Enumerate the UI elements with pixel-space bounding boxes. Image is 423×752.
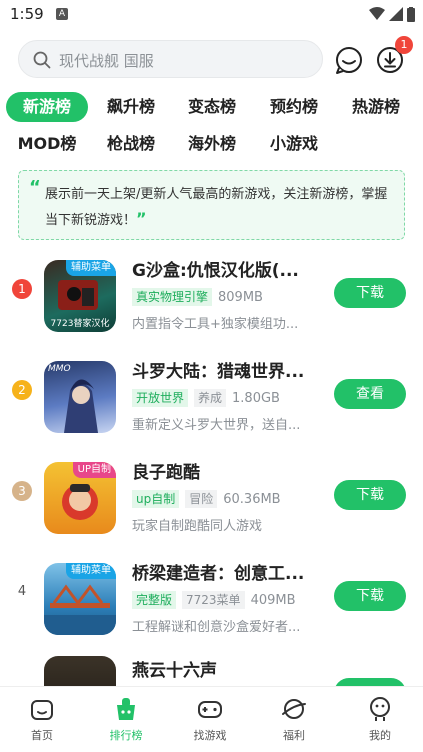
app-icon: MMO bbox=[44, 361, 116, 433]
rank-number: 4 bbox=[17, 584, 27, 599]
gamepad-icon bbox=[198, 701, 222, 718]
list-item[interactable]: 1 辅助菜单 7723替家汉化 G沙盒:仇恨汉化版(... 真实物理引擎 809… bbox=[0, 252, 423, 352]
tab-new-games[interactable]: 新游榜 bbox=[6, 92, 88, 122]
tab-modified[interactable]: 变态榜 bbox=[181, 92, 243, 122]
nav-label: 首页 bbox=[31, 729, 53, 742]
rank-badge: 2 bbox=[12, 380, 32, 400]
tab-mini-games[interactable]: 小游戏 bbox=[263, 129, 325, 159]
home-icon bbox=[31, 700, 53, 720]
quote-open-icon: “ bbox=[29, 177, 41, 198]
tag: 真实物理引擎 bbox=[132, 288, 213, 306]
quote-close-icon: ” bbox=[136, 209, 147, 228]
download-button[interactable]: 下载 bbox=[334, 581, 406, 611]
app-title: 良子跑酷 bbox=[132, 463, 200, 483]
app-size: 60.36MB bbox=[223, 491, 281, 507]
icon-caption: 7723替家汉化 bbox=[50, 319, 110, 329]
nav-label: 排行榜 bbox=[109, 729, 143, 742]
status-time: 1:59 bbox=[10, 5, 44, 23]
tab-shooter[interactable]: 枪战榜 bbox=[100, 129, 162, 159]
nav-ranking[interactable]: 排行榜 bbox=[96, 695, 156, 743]
app-title: 桥梁建造者：创意工... bbox=[132, 564, 305, 584]
tab-hot[interactable]: 热游榜 bbox=[345, 92, 407, 122]
ranking-description-banner: “ 展示前一天上架/更新人气最高的新游戏，关注新游榜，掌握当下新锐游戏！” bbox=[18, 170, 405, 240]
search-input[interactable]: 现代战舰 国服 bbox=[18, 40, 323, 78]
app-size: 409MB bbox=[250, 592, 296, 608]
nav-label: 我的 bbox=[369, 729, 391, 742]
rank-badge: 1 bbox=[12, 279, 32, 299]
tab-reservation[interactable]: 预约榜 bbox=[263, 92, 325, 122]
app-title: G沙盒:仇恨汉化版(... bbox=[132, 261, 299, 281]
planet-icon bbox=[282, 699, 306, 719]
nav-profile[interactable]: 我的 bbox=[350, 695, 410, 743]
download-button[interactable] bbox=[334, 678, 406, 686]
status-icons bbox=[369, 6, 415, 22]
nav-home[interactable]: 首页 bbox=[12, 695, 72, 743]
banner-text: 展示前一天上架/更新人气最高的新游戏，关注新游榜，掌握当下新锐游戏！” bbox=[45, 187, 388, 228]
app-icon: 辅助菜单 7723替家汉化 bbox=[44, 260, 116, 332]
list-item[interactable]: 4 辅助菜单 桥梁建造者：创意工... 完整版 7723菜单 409MB 工程解… bbox=[0, 555, 423, 655]
nav-find-games[interactable]: 找游戏 bbox=[180, 695, 240, 743]
search-icon bbox=[33, 51, 51, 69]
tag: 完整版 bbox=[132, 591, 177, 609]
list-item[interactable]: 燕云十六声 bbox=[0, 656, 423, 686]
app-description: 玩家自制跑酷同人游戏 bbox=[132, 519, 263, 534]
message-icon[interactable] bbox=[333, 44, 365, 76]
download-button[interactable]: 下载 bbox=[334, 480, 406, 510]
bottom-navigation: 首页 排行榜 找游戏 福利 我的 bbox=[0, 686, 423, 752]
profile-icon bbox=[370, 697, 390, 721]
download-badge: 1 bbox=[395, 36, 413, 54]
battery-icon bbox=[407, 6, 415, 22]
tag: 养成 bbox=[194, 389, 227, 407]
tag: 冒险 bbox=[185, 490, 218, 508]
app-title: 斗罗大陆：猎魂世界... bbox=[132, 362, 305, 382]
app-icon bbox=[44, 656, 116, 686]
tag-line: 开放世界 养成 1.80GB bbox=[132, 388, 280, 408]
list-item[interactable]: 3 UP自制 良子跑酷 up自制 冒险 60.36MB 玩家自制跑酷同人游戏 下… bbox=[0, 454, 423, 554]
rank-badge: 3 bbox=[12, 481, 32, 501]
tag: up自制 bbox=[132, 490, 180, 508]
app-description: 重新定义斗罗大世界，送自... bbox=[132, 418, 301, 433]
app-description: 内置指令工具+独家模组功... bbox=[132, 317, 299, 332]
icon-caption: MMO bbox=[48, 364, 71, 374]
app-icon: UP自制 bbox=[44, 462, 116, 534]
ranking-icon bbox=[117, 698, 135, 720]
tag: 开放世界 bbox=[132, 389, 189, 407]
tag: 7723菜单 bbox=[182, 591, 245, 609]
nav-welfare[interactable]: 福利 bbox=[264, 695, 324, 743]
signal-icon bbox=[389, 7, 403, 21]
tab-mod[interactable]: MOD榜 bbox=[14, 129, 80, 159]
nav-label: 找游戏 bbox=[193, 729, 227, 742]
tab-rising[interactable]: 飙升榜 bbox=[100, 92, 162, 122]
app-title: 燕云十六声 bbox=[132, 661, 217, 681]
app-size: 1.80GB bbox=[232, 390, 280, 406]
list-item[interactable]: 2 MMO 斗罗大陆：猎魂世界... 开放世界 养成 1.80GB 重新定义斗罗… bbox=[0, 353, 423, 453]
app-description: 工程解谜和创意沙盒爱好者... bbox=[132, 620, 301, 635]
notification-icon: A bbox=[56, 8, 68, 20]
app-icon: 辅助菜单 bbox=[44, 563, 116, 635]
view-button[interactable]: 查看 bbox=[334, 379, 406, 409]
search-placeholder: 现代战舰 国服 bbox=[59, 52, 154, 70]
status-bar: 1:59 A bbox=[0, 0, 423, 30]
app-size: 809MB bbox=[218, 289, 263, 305]
wifi-icon bbox=[369, 7, 385, 20]
nav-label: 福利 bbox=[283, 729, 305, 742]
icon-badge: 辅助菜单 bbox=[66, 563, 116, 579]
tag-line: up自制 冒险 60.36MB bbox=[132, 489, 281, 509]
tab-overseas[interactable]: 海外榜 bbox=[181, 129, 243, 159]
tag-line: 完整版 7723菜单 409MB bbox=[132, 590, 296, 610]
icon-badge: 辅助菜单 bbox=[66, 260, 116, 276]
tag-line: 真实物理引擎 809MB bbox=[132, 287, 263, 307]
icon-badge: UP自制 bbox=[72, 462, 116, 478]
download-button[interactable]: 下载 bbox=[334, 278, 406, 308]
